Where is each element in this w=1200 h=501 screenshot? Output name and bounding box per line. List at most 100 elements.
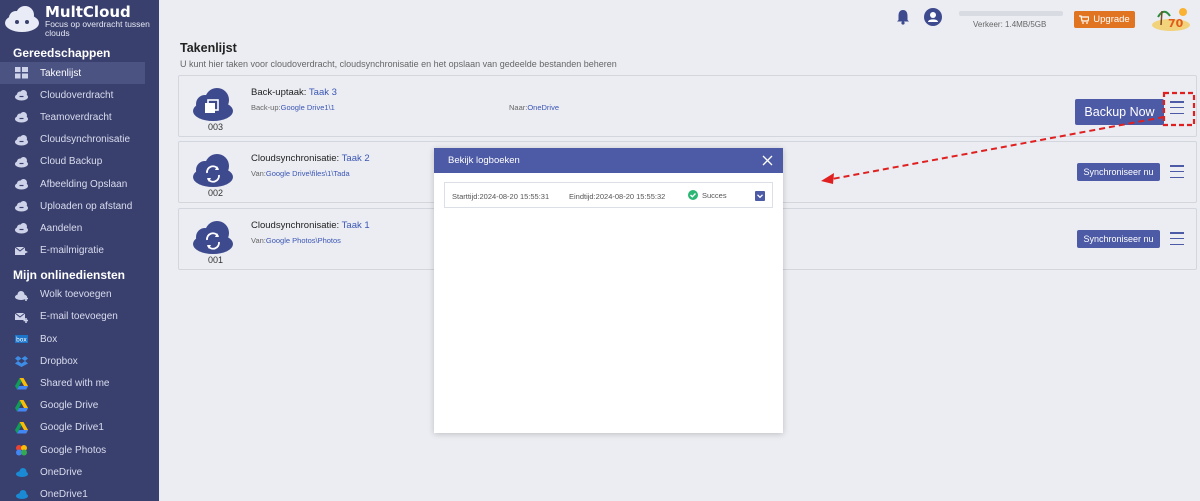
task-number: 002 [208, 188, 224, 198]
sidebar-item-label: Cloud Backup [40, 156, 103, 168]
sidebar-item-label: Cloudsynchronisatie [40, 134, 131, 146]
sync-now-button[interactable]: Synchroniseer nu [1077, 230, 1160, 248]
upgrade-label: Upgrade [1093, 14, 1130, 25]
task-type: Back-uptaak: [251, 87, 307, 98]
sidebar-item-e-mailmigratie[interactable]: E-mailmigratie [0, 240, 159, 262]
sidebar-item-cloudsynchronisatie[interactable]: Cloudsynchronisatie [0, 129, 159, 151]
google-drive-icon [15, 399, 28, 412]
sidebar-item-label: Teamoverdracht [40, 111, 112, 123]
task-number: 003 [208, 122, 224, 132]
success-check-icon [688, 190, 698, 200]
promo-badge-icon[interactable]: 70 [1150, 5, 1192, 32]
image-save-icon [15, 178, 28, 190]
sidebar-service-e-mail-toevoegen[interactable]: E-mail toevoegen [0, 306, 159, 328]
services-section-title: Mijn onlinediensten [13, 267, 126, 282]
task-source-path: Google Drive\files\1\Tada [265, 169, 350, 178]
cloud-sync-icon [15, 134, 28, 146]
task-number: 001 [208, 255, 224, 265]
cart-icon [1079, 15, 1090, 24]
upgrade-button[interactable]: Upgrade [1074, 11, 1135, 28]
page-subtitle: U kunt hier taken voor cloudoverdracht, … [180, 59, 617, 69]
sidebar-item-label: Wolk toevoegen [40, 289, 112, 301]
sidebar-item-takenlijst[interactable]: Takenlijst [0, 62, 145, 85]
notification-bell-icon[interactable] [896, 9, 910, 25]
task-card[interactable]: 003 Back-uptaak: Taak 3 Back-up:Google D… [178, 75, 1197, 137]
sidebar-item-cloudoverdracht[interactable]: Cloudoverdracht [0, 84, 159, 106]
log-entry-row[interactable]: Starttijd:2024-08-20 15:55:31 Eindtijd:2… [444, 182, 773, 208]
sidebar-item-label: Afbeelding Opslaan [40, 178, 128, 190]
log-end-time: Eindtijd:2024-08-20 15:55:32 [569, 192, 666, 201]
traffic-progress-bar [959, 11, 1063, 16]
dropbox-icon [15, 355, 28, 368]
sidebar-service-wolk-toevoegen[interactable]: Wolk toevoegen [0, 284, 159, 306]
task-source-path: Google Drive1\1 [280, 103, 335, 112]
brand-tagline: Focus op overdracht tussen clouds [45, 19, 150, 38]
sync-task-icon [193, 221, 233, 254]
task-name-link[interactable]: Taak 3 [309, 87, 337, 98]
task-source-path: Google Photos\Photos [265, 236, 341, 245]
google-drive-icon [15, 421, 28, 434]
page-title: Takenlijst [180, 41, 237, 55]
task-menu-icon[interactable] [1170, 101, 1184, 115]
sidebar-item-cloud-backup[interactable]: Cloud Backup [0, 151, 159, 173]
svg-text:box: box [16, 337, 27, 344]
sidebar-item-label: Google Drive [40, 400, 99, 412]
email-migration-icon [15, 245, 28, 257]
log-start-time: Starttijd:2024-08-20 15:55:31 [452, 192, 550, 201]
sidebar-service-dropbox[interactable]: Dropbox [0, 350, 159, 372]
dialog-header: Bekijk logboeken [434, 148, 783, 173]
sidebar-item-label: Shared with me [40, 378, 110, 390]
sidebar-item-label: Takenlijst [40, 67, 82, 79]
task-name-link[interactable]: Taak 1 [342, 220, 370, 231]
user-avatar-icon[interactable] [924, 8, 942, 26]
sidebar: MultCloud Focus op overdracht tussen clo… [0, 0, 159, 501]
sync-task-icon [193, 154, 233, 187]
sidebar-item-label: Google Drive1 [40, 422, 104, 434]
task-name-link[interactable]: Taak 2 [342, 153, 370, 164]
sidebar-item-label: Dropbox [40, 355, 78, 367]
sidebar-service-onedrive1[interactable]: OneDrive1 [0, 483, 159, 501]
cloud-backup-icon [15, 156, 28, 168]
task-type: Cloudsynchronisatie: [251, 220, 340, 231]
close-icon[interactable] [762, 155, 773, 166]
sidebar-item-label: OneDrive [40, 466, 83, 478]
sidebar-item-teamoverdracht[interactable]: Teamoverdracht [0, 106, 159, 128]
team-transfer-icon [15, 111, 28, 123]
brand-name: MultCloud [45, 3, 131, 21]
logo[interactable]: MultCloud Focus op overdracht tussen clo… [0, 0, 159, 40]
sidebar-item-label: Aandelen [40, 222, 83, 234]
tools-section-title: Gereedschappen [13, 46, 111, 60]
task-source-prefix: Van: [251, 169, 266, 178]
log-status-text: Succes [702, 190, 727, 200]
grid-icon [15, 67, 28, 79]
task-title: Cloudsynchronisatie: Taak 1 [251, 220, 370, 231]
sync-now-button[interactable]: Synchroniseer nu [1077, 163, 1160, 181]
sidebar-service-box[interactable]: box Box [0, 328, 159, 350]
task-title: Cloudsynchronisatie: Taak 2 [251, 153, 370, 164]
sidebar-service-google-drive[interactable]: Google Drive [0, 395, 159, 417]
task-destination-path: OneDrive [527, 103, 560, 112]
task-title: Back-uptaak: Taak 3 [251, 87, 337, 98]
task-source: Back-up:Google Drive1\1 [251, 103, 335, 112]
dialog-title: Bekijk logboeken [448, 155, 520, 166]
sidebar-item-uploaden-op-afstand[interactable]: Uploaden op afstand [0, 195, 159, 217]
sidebar-service-onedrive[interactable]: OneDrive [0, 461, 159, 483]
sidebar-item-afbeelding-opslaan[interactable]: Afbeelding Opslaan [0, 173, 159, 195]
sidebar-service-google-drive1[interactable]: Google Drive1 [0, 417, 159, 439]
task-destination-prefix: Naar: [509, 103, 528, 112]
google-drive-icon [15, 377, 28, 390]
backup-task-icon [193, 88, 233, 121]
add-email-icon [15, 311, 28, 323]
task-menu-icon[interactable] [1170, 165, 1184, 179]
task-menu-icon[interactable] [1170, 232, 1184, 246]
remote-upload-icon [15, 200, 28, 212]
sidebar-item-label: Cloudoverdracht [40, 89, 114, 101]
sidebar-item-aandelen[interactable]: Aandelen [0, 217, 159, 239]
expand-chevron-icon[interactable] [755, 191, 765, 201]
sidebar-item-label: Google Photos [40, 444, 107, 456]
sidebar-service-shared-with-me[interactable]: Shared with me [0, 372, 159, 394]
sidebar-item-label: E-mail toevoegen [40, 311, 118, 323]
view-logs-dialog: Bekijk logboeken Starttijd:2024-08-20 15… [434, 148, 783, 433]
backup-now-button[interactable]: Backup Now [1075, 99, 1164, 125]
sidebar-service-google-photos[interactable]: Google Photos [0, 439, 159, 461]
